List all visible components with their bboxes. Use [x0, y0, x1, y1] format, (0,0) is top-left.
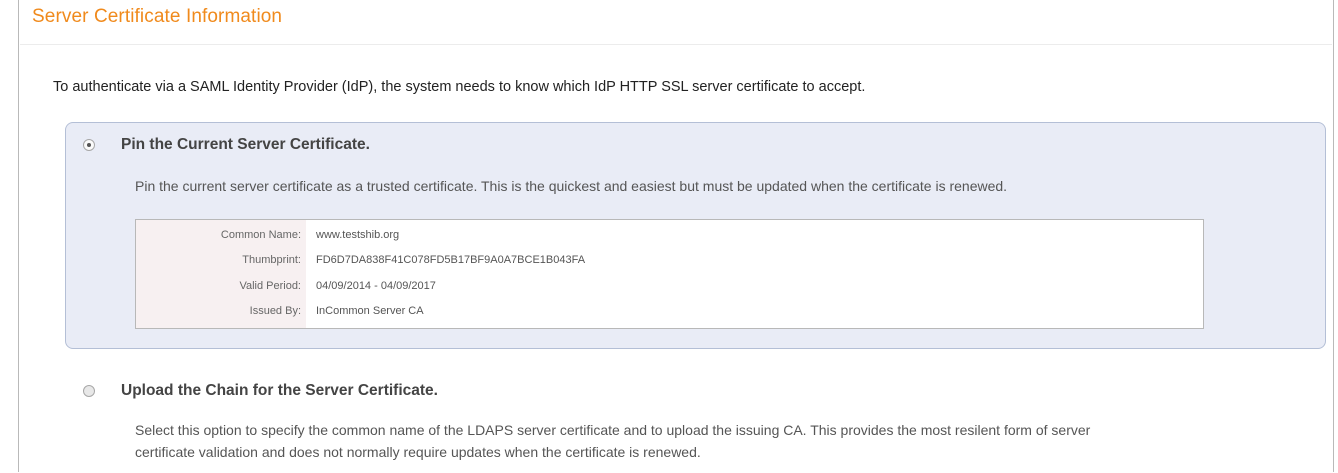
upload-chain-radio[interactable]	[83, 385, 95, 397]
valid-period-label: Valid Period:	[239, 280, 301, 292]
thumbprint-value: FD6D7DA838F41C078FD5B17BF9A0A7BCE1B043FA	[316, 254, 586, 266]
certificate-row-common-name: Common Name: www.testshib.org	[136, 224, 1203, 246]
pin-certificate-description: Pin the current server certificate as a …	[135, 178, 1008, 194]
pin-certificate-title[interactable]: Pin the Current Server Certificate.	[121, 136, 370, 154]
upload-chain-title[interactable]: Upload the Chain for the Server Certific…	[121, 382, 438, 400]
issued-by-value: InCommon Server CA	[316, 305, 424, 317]
common-name-value: www.testshib.org	[316, 229, 400, 241]
certificate-row-issued-by: Issued By: InCommon Server CA	[136, 300, 1203, 322]
common-name-label: Common Name:	[220, 229, 301, 241]
certificate-row-valid-period: Valid Period: 04/09/2014 - 04/09/2017	[136, 275, 1203, 297]
thumbprint-label: Thumbprint:	[242, 254, 301, 266]
title-divider	[20, 44, 1332, 45]
pin-certificate-radio[interactable]	[83, 139, 95, 151]
upload-chain-description-line1: Select this option to specify the common…	[135, 422, 1091, 438]
certificate-row-thumbprint: Thumbprint: FD6D7DA838F41C078FD5B17BF9A0…	[136, 249, 1203, 271]
certificate-details-table: Common Name: www.testshib.org Thumbprint…	[135, 219, 1204, 329]
section-title: Server Certificate Information	[32, 6, 283, 27]
valid-period-value: 04/09/2014 - 04/09/2017	[316, 280, 436, 292]
issued-by-label: Issued By:	[249, 305, 301, 317]
intro-text: To authenticate via a SAML Identity Prov…	[53, 79, 866, 95]
upload-chain-description-line2: certificate validation and does not norm…	[135, 444, 701, 460]
